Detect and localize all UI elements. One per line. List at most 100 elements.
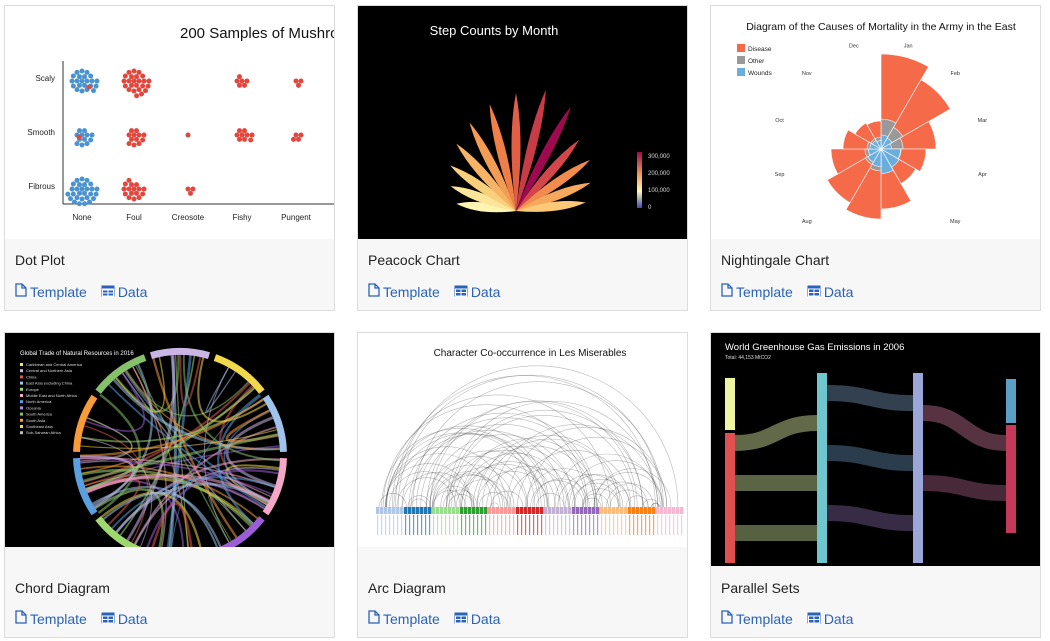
dot <box>79 68 85 74</box>
dot-clusters <box>65 68 304 207</box>
node-label <box>445 515 447 535</box>
dot <box>74 195 80 201</box>
dot <box>70 181 76 187</box>
card-parallel-sets[interactable]: World Greenhouse Gas Emissions in 2006 T… <box>710 332 1041 638</box>
legend-label: East Asia excluding China <box>26 381 73 386</box>
table-icon <box>101 284 115 300</box>
node-label <box>405 515 407 535</box>
arc-node <box>548 507 552 514</box>
legend-swatch <box>20 394 23 397</box>
dot <box>82 128 87 134</box>
dot <box>84 132 90 138</box>
table-icon <box>101 611 115 627</box>
legend-label: Wounds <box>748 70 772 77</box>
dot <box>126 87 132 93</box>
peacock-thumbnail[interactable]: Step Counts by Month 300,000 200,000 100… <box>358 6 687 239</box>
arc-node <box>504 507 508 514</box>
month-label: Aug <box>802 219 812 225</box>
node-label <box>653 515 655 535</box>
month-label: Jan <box>904 44 913 50</box>
arc-node <box>556 507 560 514</box>
node-label <box>641 515 643 535</box>
template-link[interactable]: Template <box>721 283 793 300</box>
card-chord-diagram[interactable]: Global Trade of Natural Resources in 201… <box>4 332 335 638</box>
data-link[interactable]: Data <box>807 610 853 627</box>
template-label: Template <box>383 610 440 627</box>
legend-label: Southeast Asia <box>26 424 53 429</box>
node-label <box>577 515 579 535</box>
dot-plot-thumbnail[interactable]: 200 Samples of Mushroo Scaly Smooth Fibr… <box>5 6 334 239</box>
dot <box>126 132 132 138</box>
node-label <box>597 515 599 535</box>
nightingale-thumbnail[interactable]: Diagram of the Causes of Mortality in th… <box>711 6 1040 239</box>
legend-label: Central and Northern Asia <box>26 368 73 373</box>
node-label <box>677 515 679 535</box>
template-link[interactable]: Template <box>368 610 440 627</box>
rose-wedges <box>826 53 951 220</box>
arc-node <box>424 507 428 514</box>
legend-swatch <box>20 425 23 428</box>
data-label: Data <box>470 610 501 627</box>
node-label <box>637 515 639 535</box>
node-label <box>393 515 395 535</box>
data-link[interactable]: Data <box>454 283 500 300</box>
card-peacock-chart[interactable]: Step Counts by Month 300,000 200,000 100… <box>357 5 688 311</box>
col-label: Pungent <box>281 213 312 222</box>
dot <box>90 196 96 202</box>
template-link[interactable]: Template <box>368 283 440 300</box>
dot <box>93 191 99 197</box>
node-label <box>529 515 531 535</box>
set-bar <box>817 373 827 563</box>
data-link[interactable]: Data <box>101 283 148 300</box>
dot <box>140 191 146 197</box>
arc-node <box>420 507 424 514</box>
legend-label: Middle East and North Africa <box>26 393 77 398</box>
arc-node <box>648 507 652 514</box>
card-dot-plot[interactable]: 200 Samples of Mushroo Scaly Smooth Fibr… <box>4 5 335 311</box>
arc-node <box>488 507 492 514</box>
file-icon <box>721 610 733 627</box>
node-label <box>397 515 399 535</box>
data-link[interactable]: Data <box>101 610 147 627</box>
dot <box>140 73 146 79</box>
nightingale-svg: Diagram of the Causes of Mortality in th… <box>737 21 1016 225</box>
legend-swatch <box>20 412 23 416</box>
row-label: Fibrous <box>28 182 55 191</box>
arc-node <box>628 507 632 514</box>
node-label <box>429 515 431 535</box>
col-label: Creosote <box>172 213 205 222</box>
card-title: Peacock Chart <box>368 252 460 268</box>
dot <box>291 136 296 142</box>
dot <box>129 74 134 80</box>
legend-swatch <box>20 406 23 410</box>
dot <box>134 190 139 196</box>
data-link[interactable]: Data <box>454 610 501 627</box>
data-label: Data <box>117 283 148 300</box>
data-link[interactable]: Data <box>807 283 853 300</box>
arc-node <box>632 507 636 514</box>
dot <box>293 132 299 138</box>
arc-node <box>444 507 448 514</box>
table-icon <box>454 611 468 627</box>
template-link[interactable]: Template <box>721 610 793 627</box>
chord-thumbnail[interactable]: Global Trade of Natural Resources in 201… <box>5 333 334 547</box>
dot <box>82 74 87 80</box>
arc-thumbnail[interactable]: Character Co-occurrence in Les Miserable… <box>358 333 687 547</box>
dot <box>129 128 134 134</box>
legend-label: China <box>26 374 37 379</box>
arc-node <box>532 507 536 514</box>
template-link[interactable]: Template <box>15 610 87 627</box>
parallel-sets-thumbnail[interactable]: World Greenhouse Gas Emissions in 2006 T… <box>711 333 1040 566</box>
dot <box>185 132 191 138</box>
arc-node <box>460 507 464 514</box>
set-bar <box>913 373 923 563</box>
dot <box>69 78 75 84</box>
dot <box>65 191 71 197</box>
node-label <box>457 515 459 535</box>
card-nightingale-chart[interactable]: Diagram of the Causes of Mortality in th… <box>710 5 1041 311</box>
template-link[interactable]: Template <box>15 283 87 300</box>
dot <box>129 136 134 142</box>
dot <box>74 186 80 192</box>
chord-arc <box>262 394 287 453</box>
card-arc-diagram[interactable]: Character Co-occurrence in Les Miserable… <box>357 332 688 638</box>
